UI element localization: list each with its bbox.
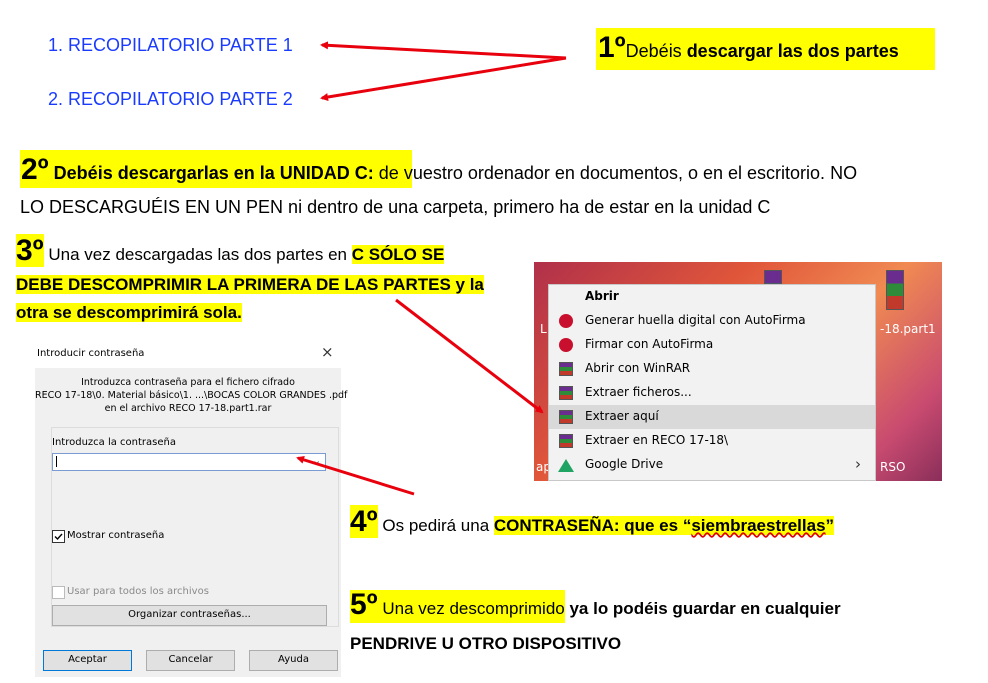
annotation-arrows bbox=[296, 41, 567, 496]
arrow-to-password-field bbox=[296, 455, 415, 496]
arrow-to-part2 bbox=[320, 56, 567, 101]
arrow-to-extract-here bbox=[395, 298, 544, 414]
arrow-to-part1 bbox=[320, 41, 567, 60]
